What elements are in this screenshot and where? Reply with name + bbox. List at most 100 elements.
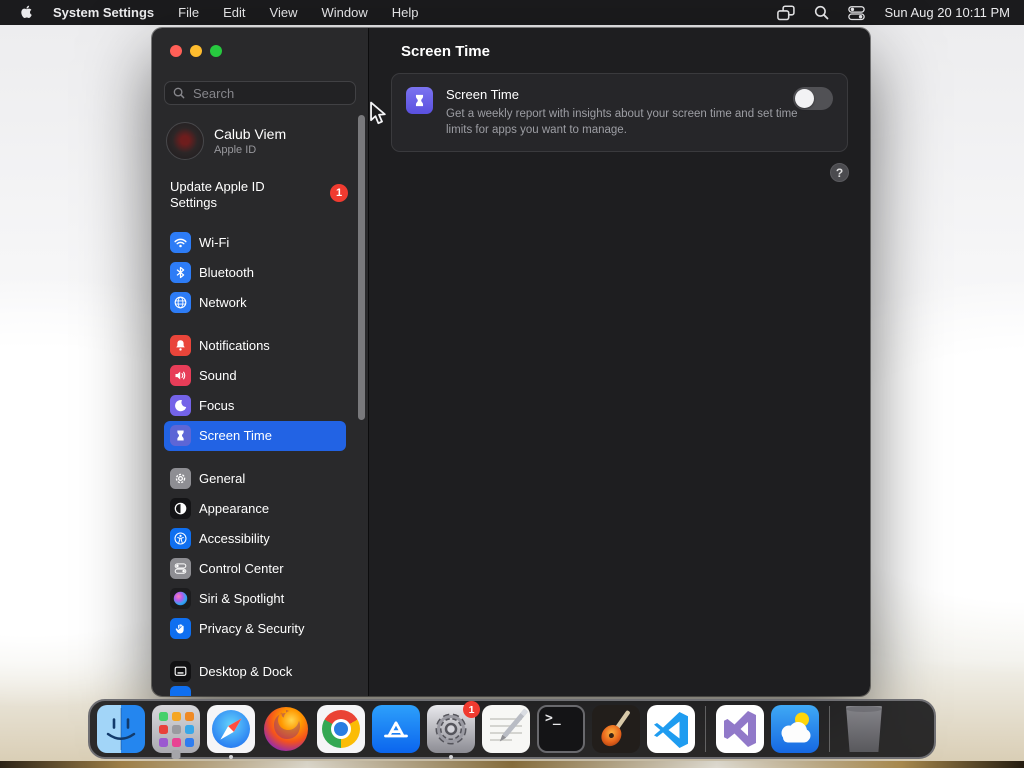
window-controls: [170, 45, 368, 57]
update-apple-id-label: Update Apple ID Settings: [170, 179, 265, 211]
dock-notes-icon[interactable]: [482, 705, 530, 753]
sidebar-item-desktop-dock[interactable]: Desktop & Dock: [164, 657, 346, 687]
apple-logo-icon: [21, 5, 32, 18]
running-indicator: [229, 755, 233, 759]
sidebar-item-accessibility[interactable]: Accessibility: [164, 524, 346, 554]
sidebar-item-bluetooth[interactable]: Bluetooth: [164, 258, 346, 288]
sidebar-item-control-center[interactable]: Control Center: [164, 554, 346, 584]
minimize-button[interactable]: [190, 45, 202, 57]
search-icon: [173, 87, 185, 99]
sidebar-item-label: Appearance: [199, 501, 270, 516]
control-center-icon: [170, 558, 191, 579]
gear-icon: [170, 468, 191, 489]
control-center-icon[interactable]: [848, 5, 866, 21]
close-button[interactable]: [170, 45, 182, 57]
apple-id-profile[interactable]: Calub Viem Apple ID: [166, 122, 368, 160]
wifi-icon: [170, 232, 191, 253]
menu-edit[interactable]: Edit: [223, 5, 245, 20]
dock-launchpad-icon[interactable]: [152, 705, 200, 759]
menu-file[interactable]: File: [178, 5, 199, 20]
screen-time-card: Screen Time Get a weekly report with ins…: [391, 73, 848, 153]
speaker-icon: [170, 365, 191, 386]
sidebar-item-partial-icon: [170, 686, 191, 696]
moon-icon: [170, 395, 191, 416]
sidebar-search-field[interactable]: [164, 81, 356, 105]
profile-subtitle: Apple ID: [214, 144, 257, 156]
sidebar-item-label: Desktop & Dock: [199, 664, 293, 679]
globe-icon: [170, 292, 191, 313]
sidebar-item-label: General: [199, 471, 246, 486]
help-button[interactable]: ?: [830, 163, 849, 182]
sidebar-item-siri-spotlight[interactable]: Siri & Spotlight: [164, 584, 346, 614]
sidebar-item-label: Control Center: [199, 561, 284, 576]
profile-name: Calub Viem: [214, 126, 287, 142]
dock-vscode-icon[interactable]: [647, 705, 695, 753]
card-title: Screen Time: [446, 87, 519, 102]
sidebar-item-label: Privacy & Security: [199, 621, 305, 636]
sidebar-item-network[interactable]: Network: [164, 288, 346, 318]
accessibility-icon: [170, 528, 191, 549]
terminal-prompt-glyph: >_: [545, 711, 561, 726]
desktop-floor-reflection: [0, 761, 1024, 768]
screen-time-toggle[interactable]: [793, 87, 833, 110]
dock-safari-icon[interactable]: [207, 705, 255, 759]
zoom-button[interactable]: [210, 45, 222, 57]
settings-notification-badge: 1: [463, 701, 480, 718]
avatar: [166, 122, 204, 160]
sidebar-item-list: Wi-Fi Bluetooth Network Notifications So…: [152, 228, 368, 687]
hand-icon: [170, 618, 191, 639]
sidebar-item-label: Sound: [199, 368, 237, 383]
hourglass-icon: [170, 425, 191, 446]
desktop-dock-icon: [170, 661, 191, 682]
dock-visual-studio-icon[interactable]: [716, 705, 764, 753]
dock-separator: [829, 706, 830, 752]
menu-bar: System Settings File Edit View Window He…: [0, 0, 1024, 25]
dock-firefox-icon[interactable]: [262, 705, 310, 753]
dock-terminal-icon[interactable]: >_: [537, 705, 585, 753]
minimized-indicator: [171, 750, 181, 759]
sidebar-item-label: Siri & Spotlight: [199, 591, 285, 606]
menu-view[interactable]: View: [270, 5, 298, 20]
running-indicator: [449, 755, 453, 759]
sidebar-item-label: Bluetooth: [199, 265, 254, 280]
apple-menu[interactable]: [20, 5, 33, 21]
sidebar-scrollbar[interactable]: [358, 115, 365, 420]
dock-chrome-icon[interactable]: [317, 705, 365, 753]
sidebar-item-appearance[interactable]: Appearance: [164, 494, 346, 524]
dock-weather-icon[interactable]: [771, 705, 819, 753]
sidebar-item-wifi[interactable]: Wi-Fi: [164, 228, 346, 258]
sidebar-item-general[interactable]: General: [164, 464, 346, 494]
sidebar-item-notifications[interactable]: Notifications: [164, 331, 346, 361]
update-apple-id-item[interactable]: Update Apple ID Settings 1: [170, 179, 348, 212]
settings-content-pane: Screen Time Screen Time Get a weekly rep…: [368, 28, 870, 696]
mouse-cursor: [370, 101, 386, 125]
menubar-clock[interactable]: Sun Aug 20 10:11 PM: [884, 5, 1010, 20]
card-description: Get a weekly report with insights about …: [446, 108, 798, 137]
dock-app-store-icon[interactable]: [372, 705, 420, 753]
sidebar-item-screen-time[interactable]: Screen Time: [164, 420, 346, 451]
stage-manager-icon[interactable]: [777, 4, 796, 21]
menubar-app-name[interactable]: System Settings: [53, 5, 154, 20]
sidebar-item-label: Screen Time: [199, 428, 272, 443]
sidebar-item-sound[interactable]: Sound: [164, 361, 346, 391]
dock-separator: [705, 706, 706, 752]
sidebar-item-privacy-security[interactable]: Privacy & Security: [164, 614, 346, 644]
siri-icon: [170, 588, 191, 609]
dock: 1 >_: [88, 699, 936, 759]
toggle-knob: [795, 89, 814, 108]
sidebar-item-label: Accessibility: [199, 531, 270, 546]
hourglass-icon: [406, 87, 433, 114]
notification-badge: 1: [330, 184, 348, 202]
search-input[interactable]: [191, 84, 347, 102]
menu-help[interactable]: Help: [392, 5, 419, 20]
dock-finder-icon[interactable]: [97, 705, 145, 753]
search-icon[interactable]: [814, 5, 829, 20]
dock-trash-icon[interactable]: [846, 706, 882, 752]
bluetooth-icon: [170, 262, 191, 283]
menu-window[interactable]: Window: [321, 5, 367, 20]
sidebar-item-label: Network: [199, 295, 247, 310]
sidebar-item-focus[interactable]: Focus: [164, 391, 346, 421]
sidebar-item-label: Notifications: [199, 338, 270, 353]
dock-garageband-icon[interactable]: [592, 705, 640, 753]
dock-system-settings-icon[interactable]: 1: [427, 701, 480, 759]
